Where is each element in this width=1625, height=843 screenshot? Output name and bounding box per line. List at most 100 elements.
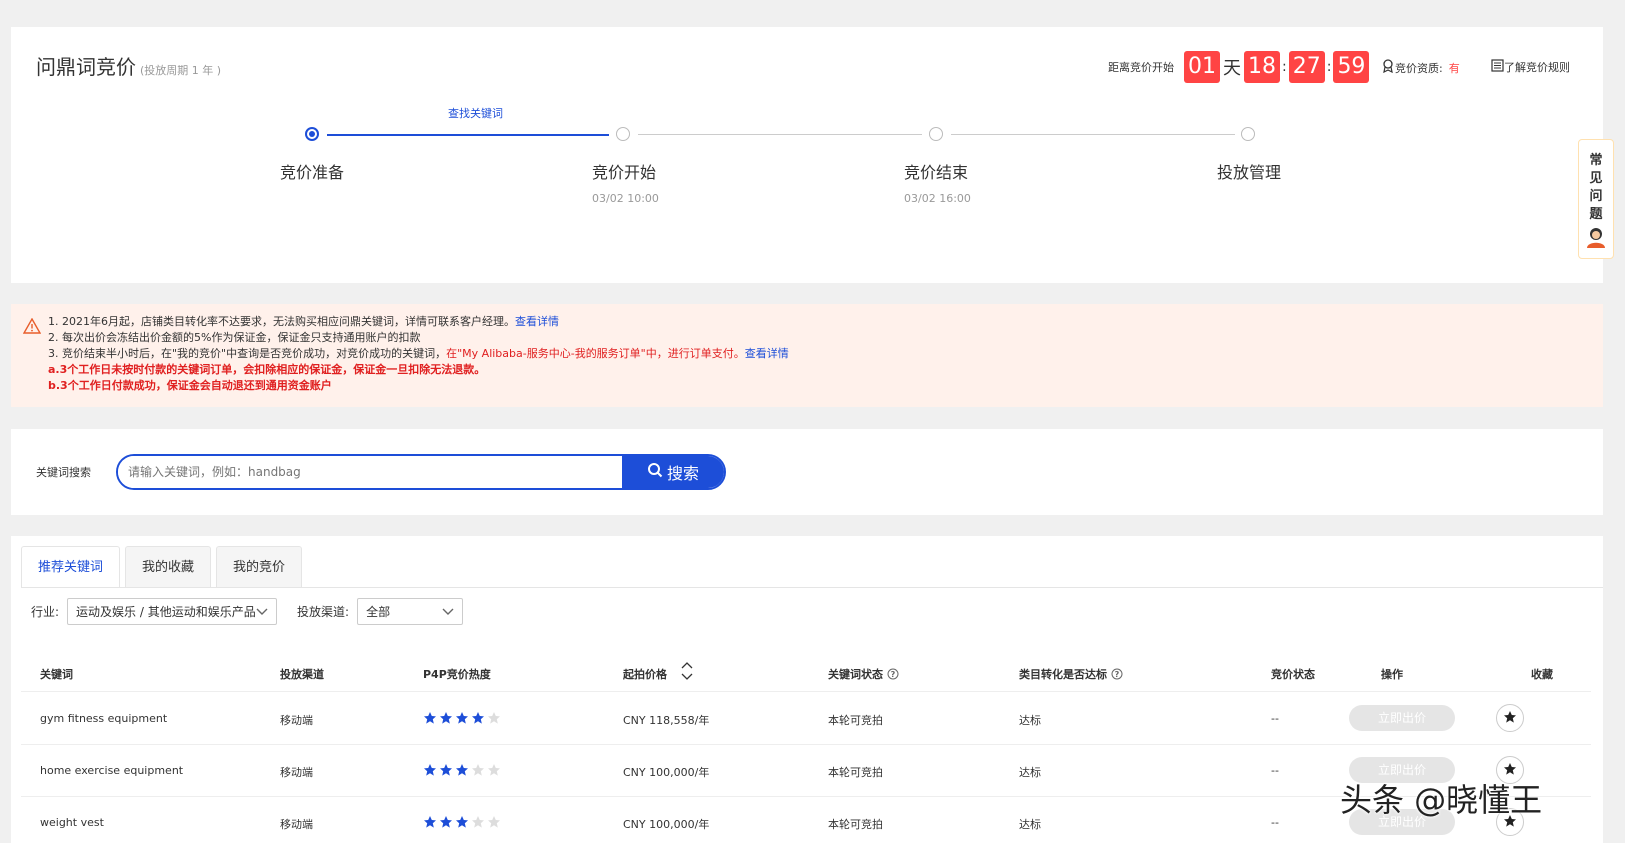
table-header: 关键词 投放渠道 P4P竞价热度 起拍价格 关键词状态 ? 类目转化是否达标 ?… [21,654,1591,692]
search-label: 关键词搜索 [36,466,91,479]
notice-panel: 1. 2021年6月起，店铺类目转化率不达要求，无法购买相应问鼎关键词，详情可联… [11,304,1603,407]
th-heat: P4P竞价热度 [423,668,491,681]
step-line [638,134,922,135]
step-name-end: 竞价结束 [904,163,969,182]
countdown-seconds: 59 [1333,51,1370,83]
search-button[interactable]: 搜索 [622,456,724,488]
cell-keyword: weight vest [40,816,104,829]
step-dot-end [929,127,943,141]
countdown: 距离竞价开始 01 天 18 : 27 : 59 [1108,51,1370,83]
industry-select[interactable]: 运动及娱乐 / 其他运动和娱乐产品 [67,598,278,625]
cell-channel: 移动端 [280,818,313,831]
step-date-end: 03/02 16:00 [904,192,971,205]
rules-link-label: 了解竞价规则 [1504,61,1570,74]
cell-conversion: 达标 [1019,766,1041,779]
cell-price: CNY 118,558/年 [623,714,710,727]
faq-char: 题 [1589,207,1603,222]
tab-my-bids[interactable]: 我的竞价 [216,546,303,588]
th-price[interactable]: 起拍价格 [623,661,693,684]
countdown-days: 01 [1184,51,1220,83]
notice-detail-link[interactable]: 查看详情 [515,315,559,328]
bid-qualification: 竞价资质: 有 [1381,59,1460,76]
star-icon [423,815,437,832]
tab-recommended[interactable]: 推荐关键词 [21,546,121,588]
th-conversion: 类目转化是否达标 ? [1019,666,1123,683]
countdown-minutes: 27 [1288,51,1325,83]
filter-bar: 行业: 运动及娱乐 / 其他运动和娱乐产品 投放渠道: 全部 [31,598,464,625]
notice-line-1: 1. 2021年6月起，店铺类目转化率不达要求，无法购买相应问鼎关键词，详情可联… [48,315,559,328]
cell-keyword-status: 本轮可竞拍 [828,766,883,779]
notice-line-4: a.3个工作日未按时付款的关键词订单，会扣除相应的保证金，保证金一旦扣除无法退款… [48,363,486,376]
countdown-colon: : [1326,59,1332,75]
step-dot-start [616,127,630,141]
cell-bid-status: -- [1271,816,1279,829]
cell-channel: 移动端 [280,714,313,727]
countdown-hours: 18 [1244,51,1280,83]
step-current-hint[interactable]: 查找关键词 [448,105,503,121]
step-name-start: 竞价开始 [592,163,657,182]
cell-keyword-status: 本轮可竞拍 [828,818,883,831]
search-input[interactable] [118,456,622,488]
faq-char: 见 [1589,171,1603,186]
svg-text:?: ? [1115,670,1120,679]
channel-label: 投放渠道: [297,605,350,619]
th-favorite: 收藏 [1531,668,1553,681]
star-icon [423,763,437,780]
star-icon [487,763,501,780]
countdown-colon: : [1282,59,1287,75]
step-line [951,134,1235,135]
document-icon [1491,59,1504,75]
help-icon[interactable]: ? [887,668,899,683]
help-icon[interactable]: ? [1111,668,1123,683]
th-keyword-status: 关键词状态 ? [828,666,899,683]
star-icon [455,711,469,728]
cell-keyword-status: 本轮可竞拍 [828,714,883,727]
star-icon [455,815,469,832]
cell-price: CNY 100,000/年 [623,818,710,831]
cell-conversion: 达标 [1019,714,1041,727]
faq-widget[interactable]: 常 见 问 题 [1578,139,1614,259]
page-subtitle: (投放周期 1 年 ) [140,64,222,77]
step-dot-manage [1241,127,1255,141]
assistant-avatar-icon [1584,226,1608,254]
heat-stars [423,815,501,832]
tab-divider [21,587,1603,588]
faq-char: 常 [1589,153,1603,168]
star-icon [455,763,469,780]
star-icon [487,711,501,728]
countdown-label: 距离竞价开始 [1108,61,1174,74]
notice-lines: 1. 2021年6月起，店铺类目转化率不达要求，无法购买相应问鼎关键词，详情可联… [48,314,789,394]
sort-icon[interactable] [681,661,693,684]
table-row: gym fitness equipment 移动端 CNY 118,558/年 本轮可… [21,693,1591,745]
th-action: 操作 [1381,668,1403,681]
th-keyword: 关键词 [40,668,73,681]
th-channel: 投放渠道 [280,668,324,681]
bid-header-card: 问鼎词竞价 (投放周期 1 年 ) 距离竞价开始 01 天 18 : 27 : 5… [11,27,1603,283]
channel-select[interactable]: 全部 [357,598,464,625]
star-icon [1503,710,1517,727]
star-icon [439,815,453,832]
cell-keyword: home exercise equipment [40,764,184,777]
notice-detail-link[interactable]: 查看详情 [745,347,789,360]
heat-stars [423,711,501,728]
cell-channel: 移动端 [280,766,313,779]
step-dot-prepare [305,127,319,141]
cell-price: CNY 100,000/年 [623,766,710,779]
award-icon [1381,59,1395,76]
th-bid-status: 竞价状态 [1271,668,1315,681]
step-name-prepare: 竞价准备 [280,163,345,182]
favorite-button[interactable] [1496,704,1524,732]
chevron-down-icon [442,605,454,619]
rules-link[interactable]: 了解竞价规则 [1491,59,1570,75]
search-box: 搜索 [116,454,726,490]
bid-now-button[interactable]: 立即出价 [1349,705,1455,731]
faq-char: 问 [1589,189,1603,204]
tab-favorites[interactable]: 我的收藏 [125,546,212,588]
svg-text:?: ? [891,670,896,679]
search-icon [647,462,663,482]
star-icon [471,815,485,832]
industry-label: 行业: [31,605,60,619]
step-date-start: 03/02 10:00 [592,192,659,205]
heat-stars [423,763,501,780]
cell-conversion: 达标 [1019,818,1041,831]
